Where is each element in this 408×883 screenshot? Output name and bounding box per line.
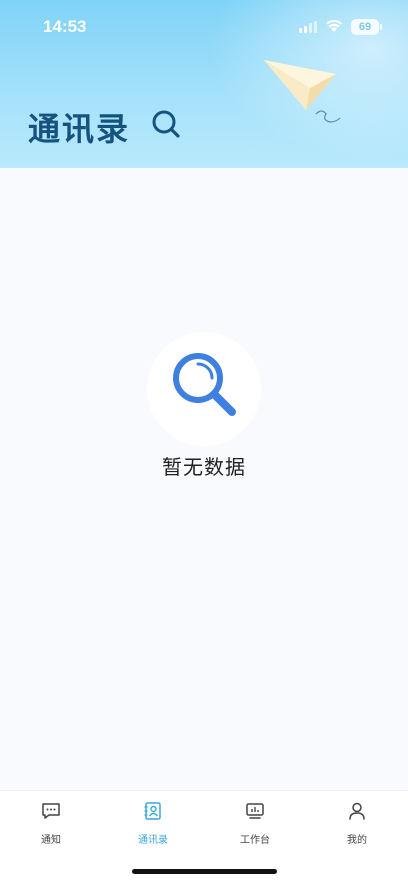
- tab-workbench[interactable]: 工作台: [204, 801, 306, 851]
- tab-label: 我的: [347, 835, 367, 846]
- search-icon[interactable]: [150, 108, 182, 140]
- workbench-icon: [246, 803, 264, 819]
- tab-notifications[interactable]: 通知: [0, 801, 102, 851]
- status-time: 14:53: [43, 17, 87, 36]
- paper-plane-icon: [264, 60, 341, 123]
- wifi-icon: [326, 19, 342, 32]
- tab-label: 通讯录: [138, 835, 168, 846]
- header: 14:53 69 通讯录: [0, 0, 408, 168]
- tab-profile[interactable]: 我的: [306, 801, 408, 851]
- empty-state-illustration: [147, 332, 261, 446]
- contacts-icon: [144, 802, 161, 820]
- empty-state-message: 暂无数据: [162, 455, 246, 479]
- tab-contacts[interactable]: 通讯录: [102, 801, 204, 851]
- profile-icon: [349, 802, 365, 820]
- page-title: 通讯录: [28, 110, 131, 148]
- home-indicator[interactable]: [132, 869, 277, 874]
- status-bar: 14:53 69: [0, 0, 408, 54]
- battery-icon: 69: [351, 19, 382, 35]
- tab-label: 工作台: [240, 835, 270, 846]
- message-icon: [42, 803, 60, 819]
- tab-label: 通知: [41, 835, 61, 846]
- signal-icon: [299, 21, 317, 33]
- contacts-content: 暂无数据: [0, 168, 408, 790]
- magnifier-icon: [173, 353, 236, 416]
